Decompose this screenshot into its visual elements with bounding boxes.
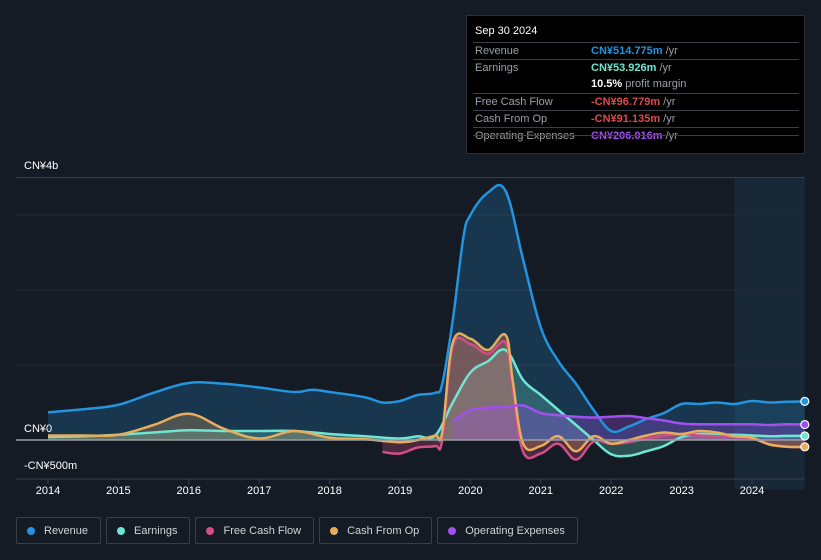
revenue-endpoint xyxy=(800,396,810,406)
x-tick-label: 2021 xyxy=(528,485,554,497)
legend-dot-icon xyxy=(448,526,457,535)
tooltip-row-label: Free Cash Flow xyxy=(475,96,553,108)
tooltip-row-label: Operating Expenses xyxy=(475,130,575,142)
tooltip-divider xyxy=(473,135,799,136)
legend-item-free-cash-flow[interactable]: Free Cash Flow xyxy=(195,517,315,544)
tooltip-row: 10.5% profit margin xyxy=(473,76,799,93)
tooltip-panel: Sep 30 2024 Revenue CN¥514.775m /yr Earnin… xyxy=(466,15,805,154)
operating-expenses-endpoint xyxy=(800,419,810,430)
tooltip-date: Sep 30 2024 xyxy=(475,25,538,37)
tooltip-unit-text: /yr xyxy=(660,96,676,108)
legend-item-earnings[interactable]: Earnings xyxy=(106,517,191,544)
tooltip-unit-text: /yr xyxy=(662,45,678,57)
legend-item-cash-from-op[interactable]: Cash From Op xyxy=(319,517,433,544)
tooltip-row-value: CN¥53.926m /yr xyxy=(591,62,672,74)
tooltip-row: Revenue CN¥514.775m /yr xyxy=(473,42,799,60)
tooltip-row: Earnings CN¥53.926m /yr xyxy=(473,59,799,77)
tooltip-row-value: 10.5% profit margin xyxy=(591,78,686,90)
legend-label: Cash From Op xyxy=(347,524,420,537)
tooltip-unit-text: profit margin xyxy=(622,78,687,90)
tooltip-row-label: Earnings xyxy=(475,62,519,74)
legend-label: Revenue xyxy=(44,524,89,537)
legend-dot-icon xyxy=(330,526,339,535)
legend-label: Operating Expenses xyxy=(465,524,565,537)
x-tick-label: 2023 xyxy=(669,485,694,497)
legend-dot-icon xyxy=(117,526,126,535)
legend-dot-icon xyxy=(27,526,35,535)
tooltip-unit-text: /yr xyxy=(656,62,672,74)
tooltip-value-text: CN¥514.775m xyxy=(591,45,663,57)
x-tick-label: 2020 xyxy=(458,485,483,497)
tooltip-value-text: -CN¥96.779m xyxy=(591,96,661,108)
legend-dot-icon xyxy=(206,526,215,535)
tooltip-row-value: -CN¥91.135m /yr xyxy=(591,113,675,125)
legend: Revenue Earnings Free Cash Flow Cash From O… xyxy=(16,517,578,544)
tooltip-unit-text: /yr xyxy=(662,130,678,142)
tooltip-row-value: CN¥514.775m /yr xyxy=(591,45,678,57)
tooltip-value-text: CN¥206.016m xyxy=(591,130,663,142)
tooltip-row-label: Revenue xyxy=(475,45,520,57)
x-tick-label: 2016 xyxy=(176,485,202,497)
tooltip-unit-text: /yr xyxy=(660,113,676,125)
tooltip-row: Operating Expenses CN¥206.016m /yr xyxy=(473,127,799,145)
y-label-top: CN¥4b xyxy=(24,160,59,172)
tooltip-value-text: -CN¥91.135m xyxy=(591,113,661,125)
legend-label: Free Cash Flow xyxy=(223,524,302,537)
x-tick-label: 2015 xyxy=(106,485,131,497)
tooltip-value-text: 10.5% xyxy=(591,78,623,90)
tooltip-row: Free Cash Flow -CN¥96.779m /yr xyxy=(473,93,799,111)
revenue-area xyxy=(48,184,805,440)
x-tick-label: 2017 xyxy=(246,485,272,497)
earnings-endpoint xyxy=(800,431,810,441)
y-label-zero: CN¥0 xyxy=(24,423,53,435)
x-tick-label: 2019 xyxy=(387,485,413,497)
legend-label: Earnings xyxy=(134,524,178,537)
y-label-negative: -CN¥500m xyxy=(24,460,78,472)
tooltip-value-text: CN¥53.926m xyxy=(591,62,657,74)
x-tick-label: 2024 xyxy=(739,485,765,497)
x-tick-label: 2014 xyxy=(35,485,61,497)
tooltip-row-value: CN¥206.016m /yr xyxy=(591,130,678,142)
series-areas xyxy=(48,184,805,460)
tooltip-row: Cash From Op -CN¥91.135m /yr xyxy=(473,110,799,128)
tooltip-row-label: Cash From Op xyxy=(475,113,548,125)
cash-from-op-endpoint xyxy=(800,442,810,452)
legend-item-operating-expenses[interactable]: Operating Expenses xyxy=(437,517,578,544)
tooltip-row-value: -CN¥96.779m /yr xyxy=(591,96,675,108)
legend-item-revenue[interactable]: Revenue xyxy=(16,517,102,544)
x-tick-label: 2018 xyxy=(317,485,342,497)
x-tick-label: 2022 xyxy=(598,485,624,497)
